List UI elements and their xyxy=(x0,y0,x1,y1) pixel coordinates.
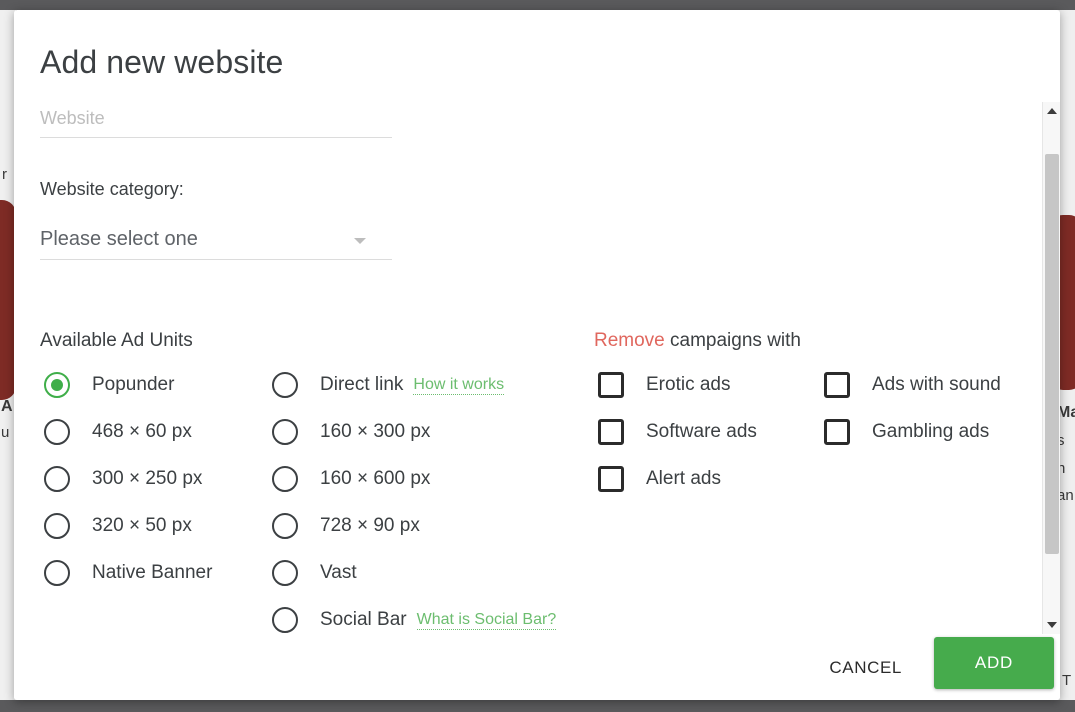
radio-unchecked-icon[interactable] xyxy=(44,513,70,539)
available-ad-units-heading: Available Ad Units xyxy=(40,330,193,352)
ad-unit-row[interactable]: 728 × 90 px xyxy=(272,511,420,541)
background-text-fragment: r xyxy=(2,166,7,183)
website-input[interactable] xyxy=(40,108,392,138)
website-category-value: Please select one xyxy=(40,228,198,250)
scrollbar-thumb[interactable] xyxy=(1045,154,1059,554)
radio-unchecked-icon[interactable] xyxy=(272,372,298,398)
checkbox-unchecked-icon[interactable] xyxy=(598,466,624,492)
ad-unit-label: 300 × 250 px xyxy=(92,468,202,490)
radio-unchecked-icon[interactable] xyxy=(272,466,298,492)
ad-unit-row[interactable]: Social Bar What is Social Bar? xyxy=(272,605,556,635)
background-text-fragment: A xyxy=(1,398,13,416)
website-category-label: Website category: xyxy=(40,179,184,200)
remove-option-label: Software ads xyxy=(646,421,757,443)
ad-unit-row[interactable]: Direct link How it works xyxy=(272,370,504,400)
ad-unit-row[interactable]: 160 × 300 px xyxy=(272,417,430,447)
dialog-scroll-body: Website category: Please select one Avai… xyxy=(14,102,1060,634)
ad-unit-label: Native Banner xyxy=(92,562,212,584)
ad-unit-row[interactable]: Vast xyxy=(272,558,357,588)
ad-unit-label: Popunder xyxy=(92,374,174,396)
ad-unit-row[interactable]: Native Banner xyxy=(44,558,212,588)
radio-unchecked-icon[interactable] xyxy=(272,560,298,586)
checkbox-unchecked-icon[interactable] xyxy=(824,372,850,398)
radio-unchecked-icon[interactable] xyxy=(44,560,70,586)
ad-unit-row[interactable]: Popunder xyxy=(44,370,174,400)
radio-unchecked-icon[interactable] xyxy=(272,419,298,445)
remove-option-row[interactable]: Erotic ads xyxy=(598,370,730,400)
checkbox-unchecked-icon[interactable] xyxy=(824,419,850,445)
background-text-fragment: T xyxy=(1062,672,1071,689)
ad-unit-label: 160 × 600 px xyxy=(320,468,430,490)
checkbox-unchecked-icon[interactable] xyxy=(598,372,624,398)
ad-unit-label: Vast xyxy=(320,562,357,584)
website-category-select[interactable]: Please select one xyxy=(40,228,392,260)
radio-unchecked-icon[interactable] xyxy=(44,466,70,492)
remove-option-label: Ads with sound xyxy=(872,374,1001,396)
checkbox-unchecked-icon[interactable] xyxy=(598,419,624,445)
add-button[interactable]: ADD xyxy=(934,637,1054,689)
ad-unit-label: 728 × 90 px xyxy=(320,515,420,537)
remove-option-label: Gambling ads xyxy=(872,421,989,443)
remove-option-row[interactable]: Software ads xyxy=(598,417,757,447)
dialog-scrollbar[interactable] xyxy=(1042,102,1060,634)
remove-option-row[interactable]: Ads with sound xyxy=(824,370,1001,400)
triangle-down-icon[interactable] xyxy=(1043,616,1060,634)
radio-unchecked-icon[interactable] xyxy=(272,513,298,539)
chevron-down-icon xyxy=(354,238,366,244)
background-top-bar xyxy=(0,0,1075,10)
remove-option-row[interactable]: Alert ads xyxy=(598,464,721,494)
dialog-title: Add new website xyxy=(40,44,283,81)
ad-unit-label: Direct link xyxy=(320,374,403,396)
website-field-wrapper xyxy=(40,108,392,138)
ad-unit-help-link[interactable]: How it works xyxy=(413,376,504,395)
ad-unit-label: 320 × 50 px xyxy=(92,515,192,537)
remove-accent-word: Remove xyxy=(594,330,665,351)
remove-heading-rest: campaigns with xyxy=(665,330,801,351)
add-website-dialog: Add new website Website category: Please… xyxy=(14,10,1060,700)
ad-unit-help-link[interactable]: What is Social Bar? xyxy=(417,611,557,630)
background-text-fragment: u xyxy=(1,424,9,441)
remove-campaigns-heading: Remove campaigns with xyxy=(594,330,801,352)
cancel-button[interactable]: CANCEL xyxy=(819,650,912,686)
ad-unit-row[interactable]: 160 × 600 px xyxy=(272,464,430,494)
dialog-footer: CANCEL ADD xyxy=(14,634,1060,700)
ad-unit-label: Social Bar xyxy=(320,609,407,631)
background-bottom-bar xyxy=(0,700,1075,712)
radio-unchecked-icon[interactable] xyxy=(272,607,298,633)
radio-unchecked-icon[interactable] xyxy=(44,419,70,445)
ad-unit-row[interactable]: 300 × 250 px xyxy=(44,464,202,494)
triangle-up-icon[interactable] xyxy=(1043,102,1060,120)
remove-option-label: Erotic ads xyxy=(646,374,730,396)
ad-unit-label: 468 × 60 px xyxy=(92,421,192,443)
remove-option-label: Alert ads xyxy=(646,468,721,490)
remove-option-row[interactable]: Gambling ads xyxy=(824,417,989,447)
ad-unit-row[interactable]: 320 × 50 px xyxy=(44,511,192,541)
ad-unit-label: 160 × 300 px xyxy=(320,421,430,443)
ad-unit-row[interactable]: 468 × 60 px xyxy=(44,417,192,447)
radio-checked-icon[interactable] xyxy=(44,372,70,398)
